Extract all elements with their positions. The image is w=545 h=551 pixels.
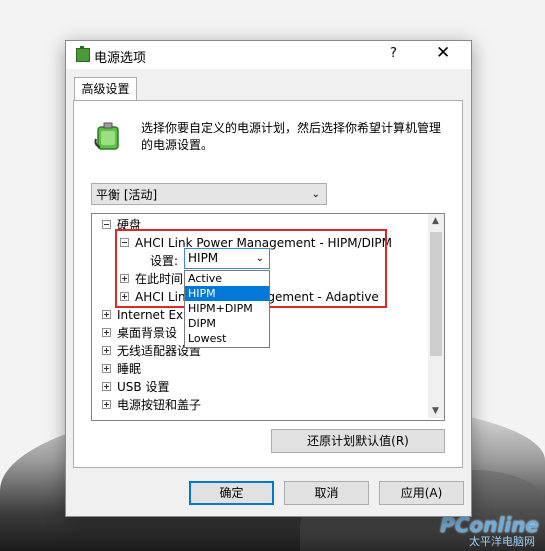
option-dipm[interactable]: DIPM	[185, 316, 269, 331]
expand-icon[interactable]	[102, 400, 111, 409]
expand-icon[interactable]	[102, 328, 111, 337]
option-active[interactable]: Active	[185, 271, 269, 286]
collapse-icon[interactable]	[102, 220, 111, 229]
chevron-down-icon: ⌄	[255, 253, 264, 264]
setting-options-list[interactable]: Active HIPM HIPM+DIPM DIPM Lowest	[184, 270, 270, 348]
expand-icon[interactable]	[102, 364, 111, 373]
title-bar[interactable]: 电源选项 ? ✕	[66, 41, 471, 69]
scroll-down-icon[interactable]: ▼	[432, 406, 439, 416]
tree-item-desktop-background[interactable]: 桌面背景设	[102, 324, 177, 342]
scroll-thumb[interactable]	[430, 232, 442, 356]
expand-icon[interactable]	[102, 346, 111, 355]
expand-icon[interactable]	[102, 310, 111, 319]
tree-item-internet-explorer[interactable]: Internet Expl	[102, 306, 194, 324]
option-hipm-dipm[interactable]: HIPM+DIPM	[185, 301, 269, 316]
tab-advanced-settings[interactable]: 高级设置	[74, 77, 137, 101]
battery-icon	[76, 46, 90, 62]
scroll-up-icon[interactable]: ▲	[432, 216, 439, 226]
tree-item-power-buttons-lid[interactable]: 电源按钮和盖子	[102, 396, 201, 414]
power-plan-dropdown[interactable]: 平衡 [活动] ⌄	[91, 183, 327, 205]
chevron-down-icon: ⌄	[311, 189, 320, 200]
window-title: 电源选项	[94, 51, 147, 66]
power-plan-icon	[94, 122, 119, 150]
tree-item-sleep[interactable]: 睡眠	[102, 360, 141, 378]
option-lowest[interactable]: Lowest	[185, 331, 269, 346]
cancel-button[interactable]: 取消	[284, 481, 369, 505]
apply-button[interactable]: 应用(A)	[379, 481, 464, 505]
watermark-sub: 太平洋电脑网	[469, 535, 535, 548]
setting-value: HIPM	[188, 251, 219, 265]
tree-scrollbar[interactable]: ▲ ▼	[428, 214, 444, 418]
restore-defaults-button[interactable]: 还原计划默认值(R)	[271, 429, 445, 453]
tree-item-usb-settings[interactable]: USB 设置	[102, 378, 169, 396]
power-plan-value: 平衡 [活动]	[96, 188, 158, 202]
help-button[interactable]: ?	[390, 46, 397, 61]
expand-icon[interactable]	[102, 382, 111, 391]
ok-button[interactable]: 确定	[189, 481, 274, 505]
option-hipm[interactable]: HIPM	[185, 286, 269, 301]
description-text: 选择你要自定义的电源计划，然后选择你希望计算机管理的电源设置。	[141, 121, 442, 152]
close-icon[interactable]: ✕	[436, 43, 450, 63]
setting-dropdown[interactable]: HIPM ⌄	[184, 248, 270, 269]
